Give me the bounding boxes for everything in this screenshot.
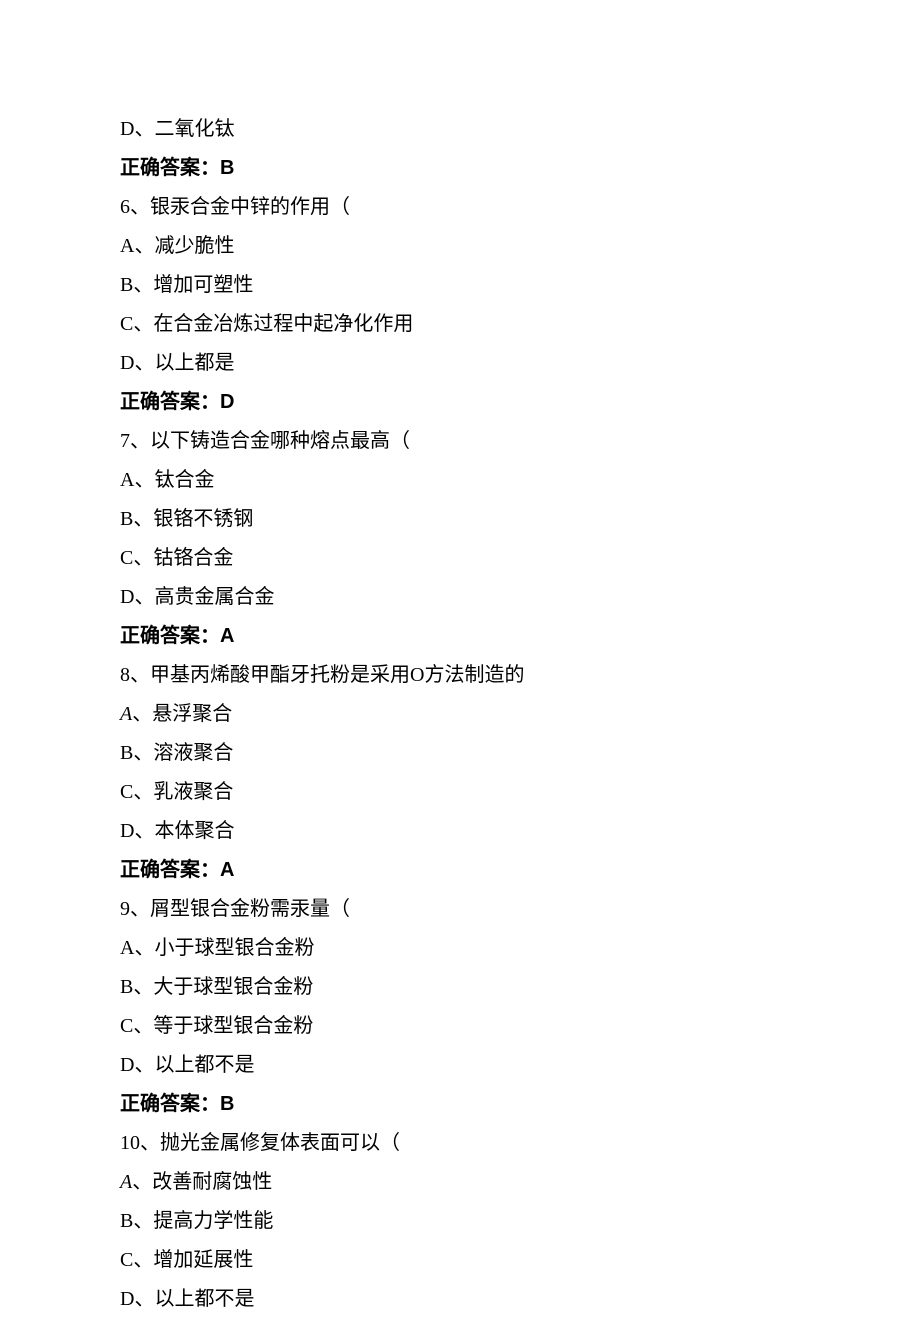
text-line: D、以上都不是 — [120, 1280, 800, 1319]
text-line: A、钛合金 — [120, 461, 800, 500]
text-line: D、以上都是 — [120, 344, 800, 383]
text-line: A、减少脆性 — [120, 227, 800, 266]
text-line: D、高贵金属合金 — [120, 578, 800, 617]
document-content: D、二氧化钛正确答案：B6、银汞合金中锌的作用（A、减少脆性B、增加可塑性C、在… — [120, 110, 800, 1319]
text-line: C、增加延展性 — [120, 1241, 800, 1280]
document-page: D、二氧化钛正确答案：B6、银汞合金中锌的作用（A、减少脆性B、增加可塑性C、在… — [0, 0, 920, 1319]
text-line: 7、以下铸造合金哪种熔点最高（ — [120, 422, 800, 461]
text-line: B、溶液聚合 — [120, 734, 800, 773]
text-line: C、在合金冶炼过程中起净化作用 — [120, 305, 800, 344]
answer-line: 正确答案：D — [120, 383, 800, 422]
answer-line: 正确答案：A — [120, 617, 800, 656]
option-letter: A — [120, 703, 132, 725]
text-line: C、乳液聚合 — [120, 773, 800, 812]
answer-line: 正确答案：A — [120, 851, 800, 890]
answer-line: 正确答案：B — [120, 1085, 800, 1124]
option-letter: A — [120, 1171, 132, 1193]
text-line: B、增加可塑性 — [120, 266, 800, 305]
text-line: C、钴铬合金 — [120, 539, 800, 578]
text-line: B、银铬不锈钢 — [120, 500, 800, 539]
text-line: 10、抛光金属修复体表面可以（ — [120, 1124, 800, 1163]
text-line: B、大于球型银合金粉 — [120, 968, 800, 1007]
text-line: A、小于球型银合金粉 — [120, 929, 800, 968]
text-line: D、以上都不是 — [120, 1046, 800, 1085]
answer-line: 正确答案：B — [120, 149, 800, 188]
text-line: 6、银汞合金中锌的作用（ — [120, 188, 800, 227]
text-line: B、提高力学性能 — [120, 1202, 800, 1241]
text-line: A、改善耐腐蚀性 — [120, 1163, 800, 1202]
text-line: C、等于球型银合金粉 — [120, 1007, 800, 1046]
text-line: A、悬浮聚合 — [120, 695, 800, 734]
text-line: D、二氧化钛 — [120, 110, 800, 149]
text-line: 8、甲基丙烯酸甲酯牙托粉是采用O方法制造的 — [120, 656, 800, 695]
text-line: D、本体聚合 — [120, 812, 800, 851]
text-line: 9、屑型银合金粉需汞量（ — [120, 890, 800, 929]
